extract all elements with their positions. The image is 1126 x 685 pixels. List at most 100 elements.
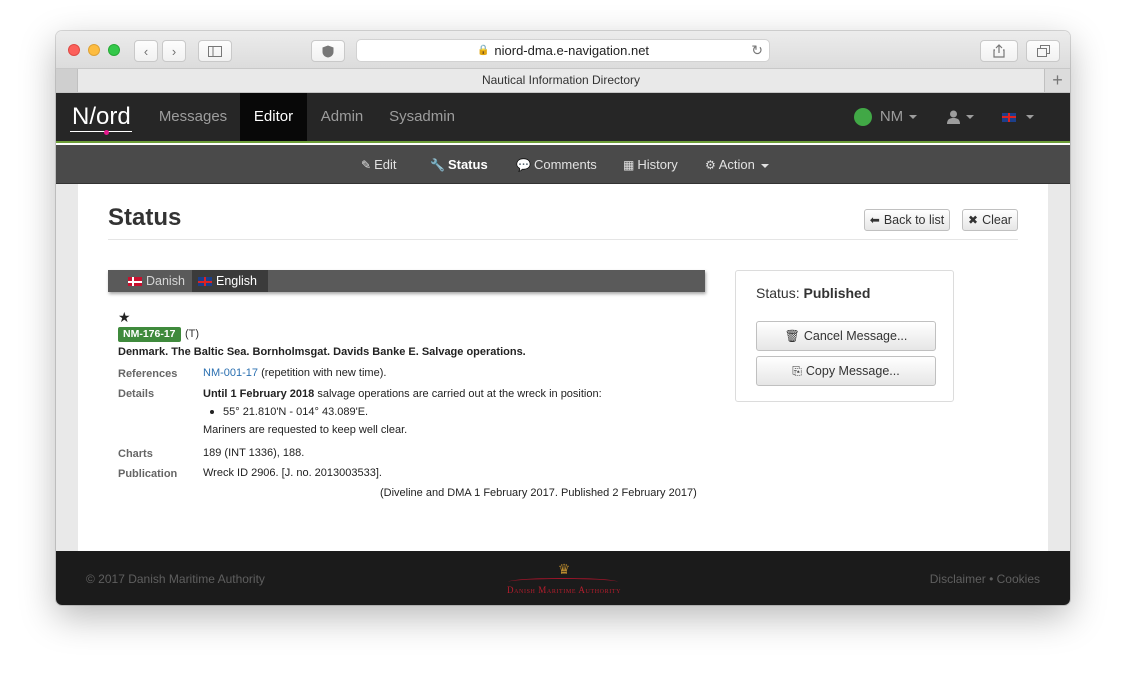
tab-danish-label: Danish xyxy=(146,274,185,288)
details-date: Until 1 February 2018 xyxy=(203,388,315,400)
cancel-message-label: Cancel Message... xyxy=(803,329,908,343)
caret-down-icon xyxy=(909,115,918,120)
tab-status[interactable]: 🔧 Status xyxy=(430,145,488,184)
language-menu[interactable] xyxy=(1000,93,1036,141)
sidebar-icon xyxy=(208,45,222,57)
zoom-window-button[interactable] xyxy=(108,44,120,56)
status-line: Status: Published xyxy=(756,285,870,301)
tab-english[interactable]: English xyxy=(192,270,268,292)
disclaimer-link[interactable]: Disclaimer xyxy=(930,572,986,586)
copy-message-button[interactable]: ⎘ Copy Message... xyxy=(756,356,936,386)
message-source: (Diveline and DMA 1 February 2017. Publi… xyxy=(380,487,697,499)
tabs-icon xyxy=(1036,45,1050,57)
chevron-right-icon: › xyxy=(171,43,177,59)
cookies-link[interactable]: Cookies xyxy=(997,572,1040,586)
nav-editor[interactable]: Editor xyxy=(240,93,307,141)
caret-down-icon xyxy=(760,163,769,168)
back-to-list-label: Back to list xyxy=(883,213,945,227)
tab-bar: Nautical Information Directory + xyxy=(56,69,1070,93)
new-tab-button[interactable]: + xyxy=(1044,69,1070,92)
connection-status-icon xyxy=(854,108,872,126)
shield-icon xyxy=(322,45,334,57)
close-icon: ✖ xyxy=(968,213,979,227)
copy-icon: ⎘ xyxy=(792,363,802,378)
user-icon xyxy=(946,110,960,125)
tab-edit-label: Edit xyxy=(374,157,397,172)
address-bar[interactable]: 🔒 niord-dma.e-navigation.net ↻ xyxy=(356,39,770,62)
comment-icon: 💬 xyxy=(516,158,531,172)
dma-logo[interactable]: ♛ Danish Maritime Authority xyxy=(484,562,644,598)
close-window-button[interactable] xyxy=(68,44,80,56)
minimize-window-button[interactable] xyxy=(88,44,100,56)
message-id-badge: NM-176-17 xyxy=(118,327,181,342)
browser-tab-active[interactable]: Nautical Information Directory xyxy=(78,69,1044,92)
clear-button[interactable]: ✖ Clear xyxy=(962,209,1018,231)
wrench-icon: 🔧 xyxy=(430,158,445,172)
trash-icon: 🗑 xyxy=(784,329,800,343)
page-title: Status xyxy=(108,204,182,231)
publication-value: Wreck ID 2906. [J. no. 2013003533]. xyxy=(203,467,382,479)
tab-edit[interactable]: ✎ Edit xyxy=(361,145,396,184)
cancel-message-button[interactable]: 🗑 Cancel Message... xyxy=(756,321,936,351)
share-button[interactable] xyxy=(980,40,1018,62)
details-value: Until 1 February 2018 salvage operations… xyxy=(203,388,602,400)
main-content: Status ⬅ Back to list ✖ Clear Danish Engli… xyxy=(78,184,1048,551)
nav-sysadmin[interactable]: Sysadmin xyxy=(377,93,467,141)
chevron-left-icon: ‹ xyxy=(143,43,149,59)
crown-icon: ♛ xyxy=(557,561,571,577)
page-footer: © 2017 Danish Maritime Authority ♛ Danis… xyxy=(56,551,1070,605)
bullet-icon xyxy=(210,410,214,414)
publication-label: Publication xyxy=(118,468,178,480)
footer-links: Disclaimer • Cookies xyxy=(930,572,1040,586)
status-value: Published xyxy=(803,285,871,301)
tab-action[interactable]: ⚙ Action xyxy=(705,145,769,184)
details-label: Details xyxy=(118,388,155,400)
logo-dot xyxy=(104,130,109,135)
details-note: Mariners are requested to keep well clea… xyxy=(203,424,408,436)
browser-window: ‹ › 🔒 niord-dma.e-navigation.net ↻ Nauti… xyxy=(56,31,1070,605)
details-text: salvage operations are carried out at th… xyxy=(314,388,602,400)
pencil-icon: ✎ xyxy=(361,158,372,172)
back-to-list-button[interactable]: ⬅ Back to list xyxy=(864,209,950,231)
browser-toolbar: ‹ › 🔒 niord-dma.e-navigation.net ↻ xyxy=(56,31,1070,69)
nav-admin[interactable]: Admin xyxy=(307,93,377,141)
tab-status-label: Status xyxy=(447,157,488,172)
nav-messages[interactable]: Messages xyxy=(148,93,238,141)
calendar-icon: ▦ xyxy=(623,158,635,172)
share-icon xyxy=(993,44,1005,58)
niord-logo[interactable]: N/ord xyxy=(70,97,134,137)
details-position: 55° 21.810'N - 014° 43.089'E. xyxy=(223,406,369,418)
domain-menu[interactable]: NM xyxy=(876,93,921,141)
arrow-left-icon: ⬅ xyxy=(869,213,880,227)
tab-english-label: English xyxy=(216,274,257,288)
charts-label: Charts xyxy=(118,448,153,460)
sidebar-toggle-button[interactable] xyxy=(198,40,232,62)
logo-underline xyxy=(70,131,132,132)
tab-comments[interactable]: 💬 Comments xyxy=(516,145,597,184)
title-divider xyxy=(108,239,1018,240)
uk-flag-icon xyxy=(1002,112,1016,122)
tab-history[interactable]: ▦ History xyxy=(623,145,678,184)
star-icon[interactable]: ★ xyxy=(118,309,131,326)
status-label: Status: xyxy=(756,285,800,301)
message-type-suffix: (T) xyxy=(185,328,200,340)
status-panel: Status: Published 🗑 Cancel Message... ⎘ Co… xyxy=(735,270,954,402)
editor-subnav: ✎ Edit 🔧 Status 💬 Comments ▦ History ⚙ Action xyxy=(56,145,1070,184)
tab-danish[interactable]: Danish xyxy=(122,270,192,292)
footer-separator: • xyxy=(989,572,994,586)
tab-comments-label: Comments xyxy=(533,157,597,172)
privacy-button[interactable] xyxy=(311,40,345,62)
domain-label: NM xyxy=(879,108,904,125)
tabs-overview-button[interactable] xyxy=(1026,40,1060,62)
gear-icon: ⚙ xyxy=(705,158,716,172)
back-nav-button[interactable]: ‹ xyxy=(134,40,158,62)
reload-icon[interactable]: ↻ xyxy=(751,42,763,59)
reference-link[interactable]: NM-001-17 xyxy=(203,367,258,379)
tab-strip-edge xyxy=(56,69,78,92)
tab-history-label: History xyxy=(637,157,678,172)
caret-down-icon xyxy=(1026,115,1034,120)
lock-icon: 🔒 xyxy=(476,45,490,56)
dma-logo-text: Danish Maritime Authority xyxy=(507,585,621,595)
forward-nav-button[interactable]: › xyxy=(162,40,186,62)
user-menu[interactable] xyxy=(942,93,978,141)
